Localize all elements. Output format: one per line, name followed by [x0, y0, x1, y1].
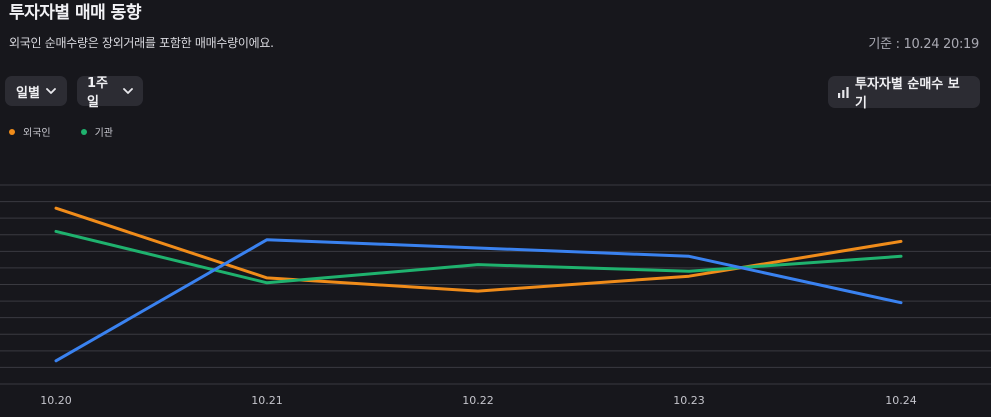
investor-net-buy-label: 투자자별 순매수 보기 — [855, 77, 960, 111]
range-dropdown[interactable]: 1주일 — [77, 76, 143, 110]
chevron-down-icon — [123, 87, 133, 95]
x-tick-label: 10.21 — [251, 394, 283, 407]
x-tick-label: 10.24 — [885, 394, 917, 407]
legend-item-foreign: 외국인 — [9, 124, 51, 139]
x-tick-label: 10.20 — [40, 394, 72, 407]
investor-trend-chart: 10.20 10.21 10.22 10.23 10.24 — [0, 184, 991, 407]
legend-label-institution: 기관 — [94, 128, 114, 139]
grid — [0, 184, 991, 385]
x-tick-label: 10.23 — [673, 394, 705, 407]
legend-label-foreign: 외국인 — [23, 128, 51, 139]
legend-dot-foreign — [9, 128, 15, 135]
timestamp: 기준 : 10.24 20:19 — [868, 37, 979, 52]
series-line-2 — [54, 238, 903, 363]
series-line-0 — [54, 206, 903, 293]
x-tick-label: 10.22 — [462, 394, 494, 407]
range-label: 1주일 — [87, 76, 109, 110]
page-subtitle: 외국인 순매수량은 장외거래를 포함한 매매수량이에요. — [9, 36, 274, 50]
investor-net-buy-button[interactable]: 투자자별 순매수 보기 — [828, 76, 980, 111]
bar-chart-icon — [838, 86, 849, 98]
period-label: 일별 — [16, 85, 40, 101]
chart-legend: 외국인 기관 — [9, 124, 113, 139]
legend-item-institution: 기관 — [80, 124, 114, 139]
page-title: 투자자별 매매 동향 — [9, 3, 141, 23]
legend-dot-institution — [80, 128, 87, 135]
period-dropdown[interactable]: 일별 — [5, 76, 67, 106]
chevron-down-icon — [46, 87, 56, 95]
